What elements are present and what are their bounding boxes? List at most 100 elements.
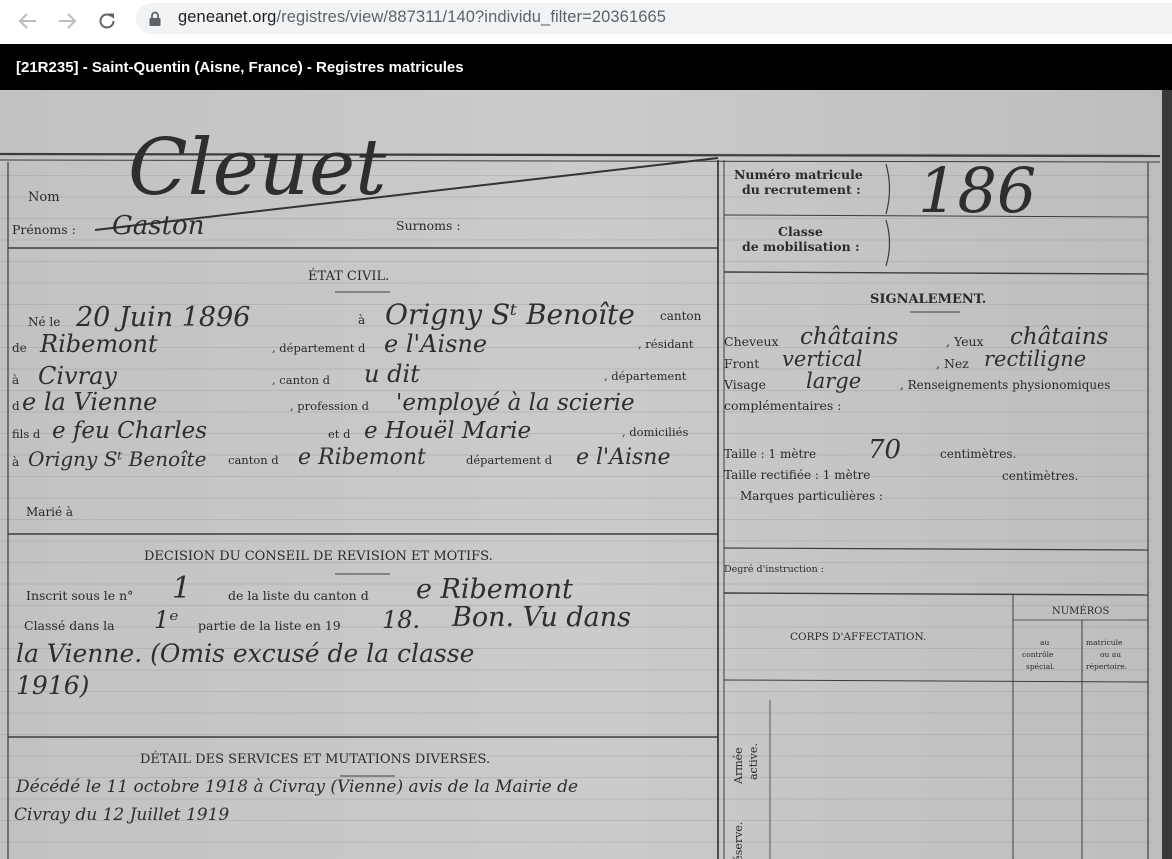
page-title: [21R235] - Saint-Quentin (Aisne, France)… (16, 59, 464, 76)
page-header: [21R235] - Saint-Quentin (Aisne, France)… (0, 44, 1172, 90)
col2-l2: ou au (1100, 650, 1121, 659)
rens-label: , Renseignements physionomiques (900, 378, 1110, 392)
visage-label: Visage (723, 377, 766, 392)
prenoms-value: Gaston (112, 211, 204, 241)
motif-2: la Vienne. (Omis excusé de la classe (16, 639, 474, 668)
pere-value: e feu Charles (52, 418, 207, 444)
surnoms-label: Surnoms : (396, 218, 461, 233)
corps-label: CORPS D'AFFECTATION. (790, 631, 926, 643)
complementaires-label: complémentaires : (724, 398, 842, 413)
ne-le-label: Né le (28, 315, 60, 329)
canton-label-3: canton d (228, 453, 279, 467)
centimetres-label-2: centimètres. (1002, 469, 1078, 483)
prenoms-label: Prénoms : (12, 222, 76, 237)
front-label: Front (724, 356, 759, 371)
canton-value-3: e Ribemont (298, 445, 426, 470)
marie-label: Marié à (26, 505, 73, 519)
ne-le-value: 20 Juin 1896 (75, 302, 250, 333)
profession-value: 'employé à la scierie (396, 390, 635, 416)
taille-value: 70 (868, 435, 901, 465)
register-scan[interactable]: Nom Cleuet Prénoms : Gaston Surnoms : Nu… (0, 90, 1172, 859)
front-value: vertical (782, 347, 862, 371)
canton-d-label: , canton d (272, 373, 331, 387)
nom-value: Cleuet (128, 123, 387, 213)
detail-line-1: Décédé le 11 octobre 1918 à Civray (Vien… (15, 777, 578, 797)
taille-label: Taille : 1 mètre (724, 447, 816, 461)
centimetres-label: centimètres. (940, 447, 1016, 461)
nez-value: rectiligne (984, 347, 1086, 371)
taille-rect-label: Taille rectifiée : 1 mètre (724, 468, 870, 482)
col1-l1: au (1040, 638, 1049, 647)
motif-3: 1916) (16, 671, 89, 700)
yeux-label: , Yeux (946, 334, 984, 349)
armee-active-2: active. (747, 743, 760, 780)
nom-label: Nom (28, 190, 60, 205)
page-edge (1162, 90, 1172, 859)
departement-value-3: e l'Aisne (576, 445, 671, 470)
nez-label: , Nez (936, 356, 969, 371)
reserve-label: Réserve. (732, 822, 745, 859)
reload-icon (99, 13, 115, 29)
motif-1: Bon. Vu dans (451, 602, 631, 633)
arrow-left-icon (18, 13, 36, 29)
browser-toolbar: geneanet.org/registres/view/887311/140?i… (0, 0, 1172, 44)
numeros-label: NUMÉROS (1052, 605, 1109, 617)
matricule-label-1: Numéro matricule (734, 167, 863, 182)
profession-label: , profession d (290, 399, 370, 413)
departement-value: e l'Aisne (384, 330, 487, 358)
detail-line-2: Civray du 12 Juillet 1919 (14, 805, 229, 825)
canton-d-value: u dit (364, 360, 420, 388)
inscrit-label: Inscrit sous le n° (26, 588, 133, 603)
address-bar[interactable]: geneanet.org/registres/view/887311/140?i… (136, 3, 1172, 34)
annee-value: 18. (382, 606, 420, 634)
instruction-label: Degré d'instruction : (724, 564, 824, 575)
cheveux-label: Cheveux (724, 334, 779, 349)
departement-value-2: e la Vienne (22, 388, 157, 416)
canton-label: canton (660, 309, 702, 323)
classe-label-1: Classe (778, 224, 823, 239)
liste-label: de la liste du canton d (228, 588, 369, 603)
classe-label: Classé dans la (24, 618, 115, 633)
de-label-2: d (12, 399, 20, 413)
lock-icon (149, 11, 161, 26)
col2-l3: répertoire. (1086, 662, 1127, 671)
document-viewer[interactable]: Nom Cleuet Prénoms : Gaston Surnoms : Nu… (0, 90, 1172, 859)
departement-label-2: , département (604, 369, 687, 383)
arrow-right-icon (59, 13, 77, 29)
a-label-2: à (12, 373, 19, 387)
signalement-heading: SIGNALEMENT. (870, 292, 986, 307)
canton-value: Ribemont (39, 330, 158, 358)
classe-value: 1ᵉ (154, 606, 179, 634)
marques-label: Marques particulières : (740, 489, 883, 503)
departement-label: , département d (272, 341, 366, 355)
col2-l1: matricule (1086, 638, 1123, 647)
reload-button[interactable] (94, 8, 120, 34)
matricule-label-2: du recrutement : (742, 182, 861, 197)
departement-label-3: département d (466, 453, 553, 467)
partie-label: partie de la liste en 19 (198, 618, 341, 633)
url-text[interactable]: geneanet.org/registres/view/887311/140?i… (178, 8, 666, 27)
back-button[interactable] (15, 8, 41, 34)
domicile-value: Origny Sᵗ Benoîte (28, 447, 206, 471)
decision-heading: DECISION DU CONSEIL DE REVISION ET MOTIF… (144, 549, 493, 564)
residence: Civray (38, 362, 117, 390)
etat-civil-heading: ÉTAT CIVIL. (308, 268, 389, 284)
col1-l2: contrôle (1022, 650, 1054, 659)
liste-value: e Ribemont (416, 574, 573, 605)
lieu-naissance: Origny Sᵗ Benoîte (385, 298, 635, 331)
col1-l3: spécial. (1026, 662, 1055, 671)
a-label: à (358, 313, 365, 327)
a-label-3: à (12, 455, 19, 469)
url-path: /registres/view/887311/140?individu_filt… (276, 8, 667, 26)
inscrit-value: 1 (172, 571, 191, 606)
visage-value: large (806, 369, 861, 393)
mere-value: e Houël Marie (364, 418, 531, 444)
de-label: de (12, 341, 27, 355)
mere-label: et d (328, 427, 351, 441)
armee-active-1: Armée (732, 747, 745, 785)
forward-button[interactable] (54, 8, 80, 34)
resident-label: , résidant (638, 337, 694, 351)
classe-label-2: de mobilisation : (742, 239, 860, 254)
detail-heading: DÉTAIL DES SERVICES ET MUTATIONS DIVERSE… (140, 751, 490, 767)
matricule-value: 186 (918, 154, 1036, 227)
